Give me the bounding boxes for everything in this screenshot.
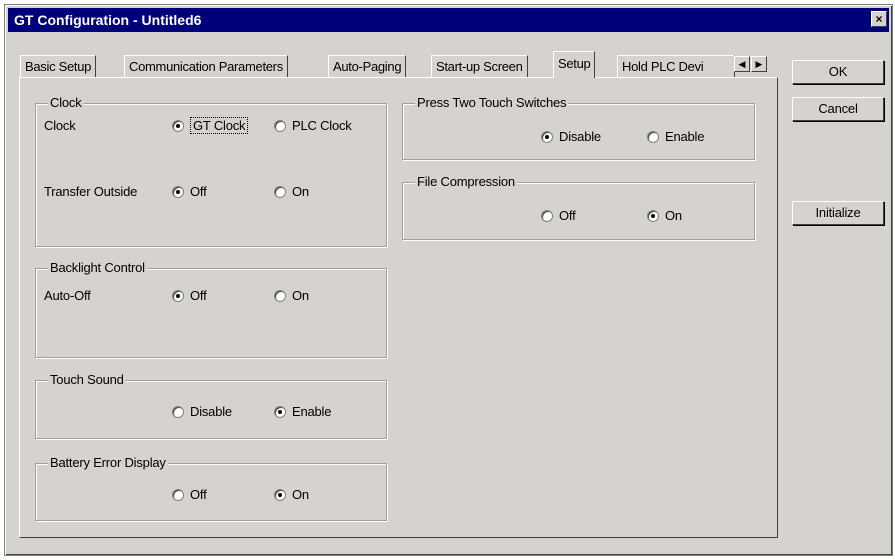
radio-indicator [541,209,553,222]
touch-sound-group-title: Touch Sound [48,372,126,387]
battery-on-radio[interactable]: On [274,487,309,502]
radio-indicator [274,289,286,302]
tab-basic-setup[interactable]: Basic Setup [20,55,97,77]
radio-indicator [647,209,659,222]
backlight-on-radio[interactable]: On [274,288,309,303]
tab-auto-paging[interactable]: Auto-Paging [328,55,407,77]
radio-indicator [274,405,286,418]
backlight-on-label: On [292,288,309,303]
battery-group-title: Battery Error Display [48,455,168,470]
press-two-enable-label: Enable [665,129,705,144]
close-button[interactable]: × [871,11,887,27]
press-two-touch-switches-group: Press Two Touch Switches Disable Enable [402,95,755,160]
battery-off-label: Off [190,487,207,502]
battery-on-label: On [292,487,309,502]
touch-sound-disable-radio[interactable]: Disable [172,404,232,419]
radio-indicator [172,119,184,132]
transfer-on-radio[interactable]: On [274,184,309,199]
transfer-off-label: Off [190,184,207,199]
plc-clock-label: PLC Clock [292,118,352,133]
title-bar: GT Configuration - Untitled6 × [8,8,889,32]
battery-error-display-group: Battery Error Display Off On [35,455,387,521]
window-title: GT Configuration - Untitled6 [14,12,202,28]
compression-on-label: On [665,208,682,223]
file-compression-group: File Compression Off On [402,174,755,240]
press-two-disable-radio[interactable]: Disable [541,129,601,144]
transfer-on-label: On [292,184,309,199]
radio-indicator [274,185,286,198]
tab-communication-parameters[interactable]: Communication Parameters [124,55,288,77]
transfer-outside-label: Transfer Outside [44,184,138,199]
compression-on-radio[interactable]: On [647,208,682,223]
file-compression-group-title: File Compression [415,174,517,189]
compression-off-radio[interactable]: Off [541,208,576,223]
radio-indicator [172,488,184,501]
scroll-right-icon[interactable]: ▶ [751,56,767,72]
scroll-left-icon[interactable]: ◀ [734,56,750,72]
tab-hold-plc-device[interactable]: Hold PLC Devi [617,55,735,77]
touch-sound-disable-label: Disable [190,404,232,419]
press-two-group-title: Press Two Touch Switches [415,95,569,110]
radio-indicator [172,289,184,302]
press-two-enable-radio[interactable]: Enable [647,129,704,144]
setup-tab-panel: Clock Clock GT Clock PLC Clock Transfer … [19,77,778,538]
clock-label: Clock [44,118,76,133]
gt-clock-label: GT Clock [190,117,249,134]
battery-off-radio[interactable]: Off [172,487,207,502]
tab-setup[interactable]: Setup [553,51,596,78]
close-icon: × [875,12,883,26]
initialize-button[interactable]: Initialize [792,201,884,225]
gt-clock-radio[interactable]: GT Clock [172,117,249,134]
backlight-off-label: Off [190,288,207,303]
tab-scroll-buttons: ◀ ▶ [734,55,768,72]
radio-indicator [647,130,659,143]
radio-indicator [172,185,184,198]
touch-sound-group: Touch Sound Disable Enable [35,372,387,439]
tab-startup-screen[interactable]: Start-up Screen [431,55,528,77]
radio-indicator [274,488,286,501]
backlight-group-title: Backlight Control [48,260,147,275]
backlight-off-radio[interactable]: Off [172,288,207,303]
touch-sound-enable-radio[interactable]: Enable [274,404,331,419]
clock-group-title: Clock [48,95,84,110]
plc-clock-radio[interactable]: PLC Clock [274,118,352,133]
radio-indicator [274,119,286,132]
auto-off-label: Auto-Off [44,288,91,303]
press-two-disable-label: Disable [559,129,601,144]
compression-off-label: Off [559,208,576,223]
touch-sound-enable-label: Enable [292,404,332,419]
radio-indicator [541,130,553,143]
ok-button[interactable]: OK [792,60,884,84]
clock-group: Clock Clock GT Clock PLC Clock Transfer … [35,95,387,247]
transfer-off-radio[interactable]: Off [172,184,207,199]
cancel-button[interactable]: Cancel [792,97,884,121]
radio-indicator [172,405,184,418]
backlight-control-group: Backlight Control Auto-Off Off On [35,260,387,358]
